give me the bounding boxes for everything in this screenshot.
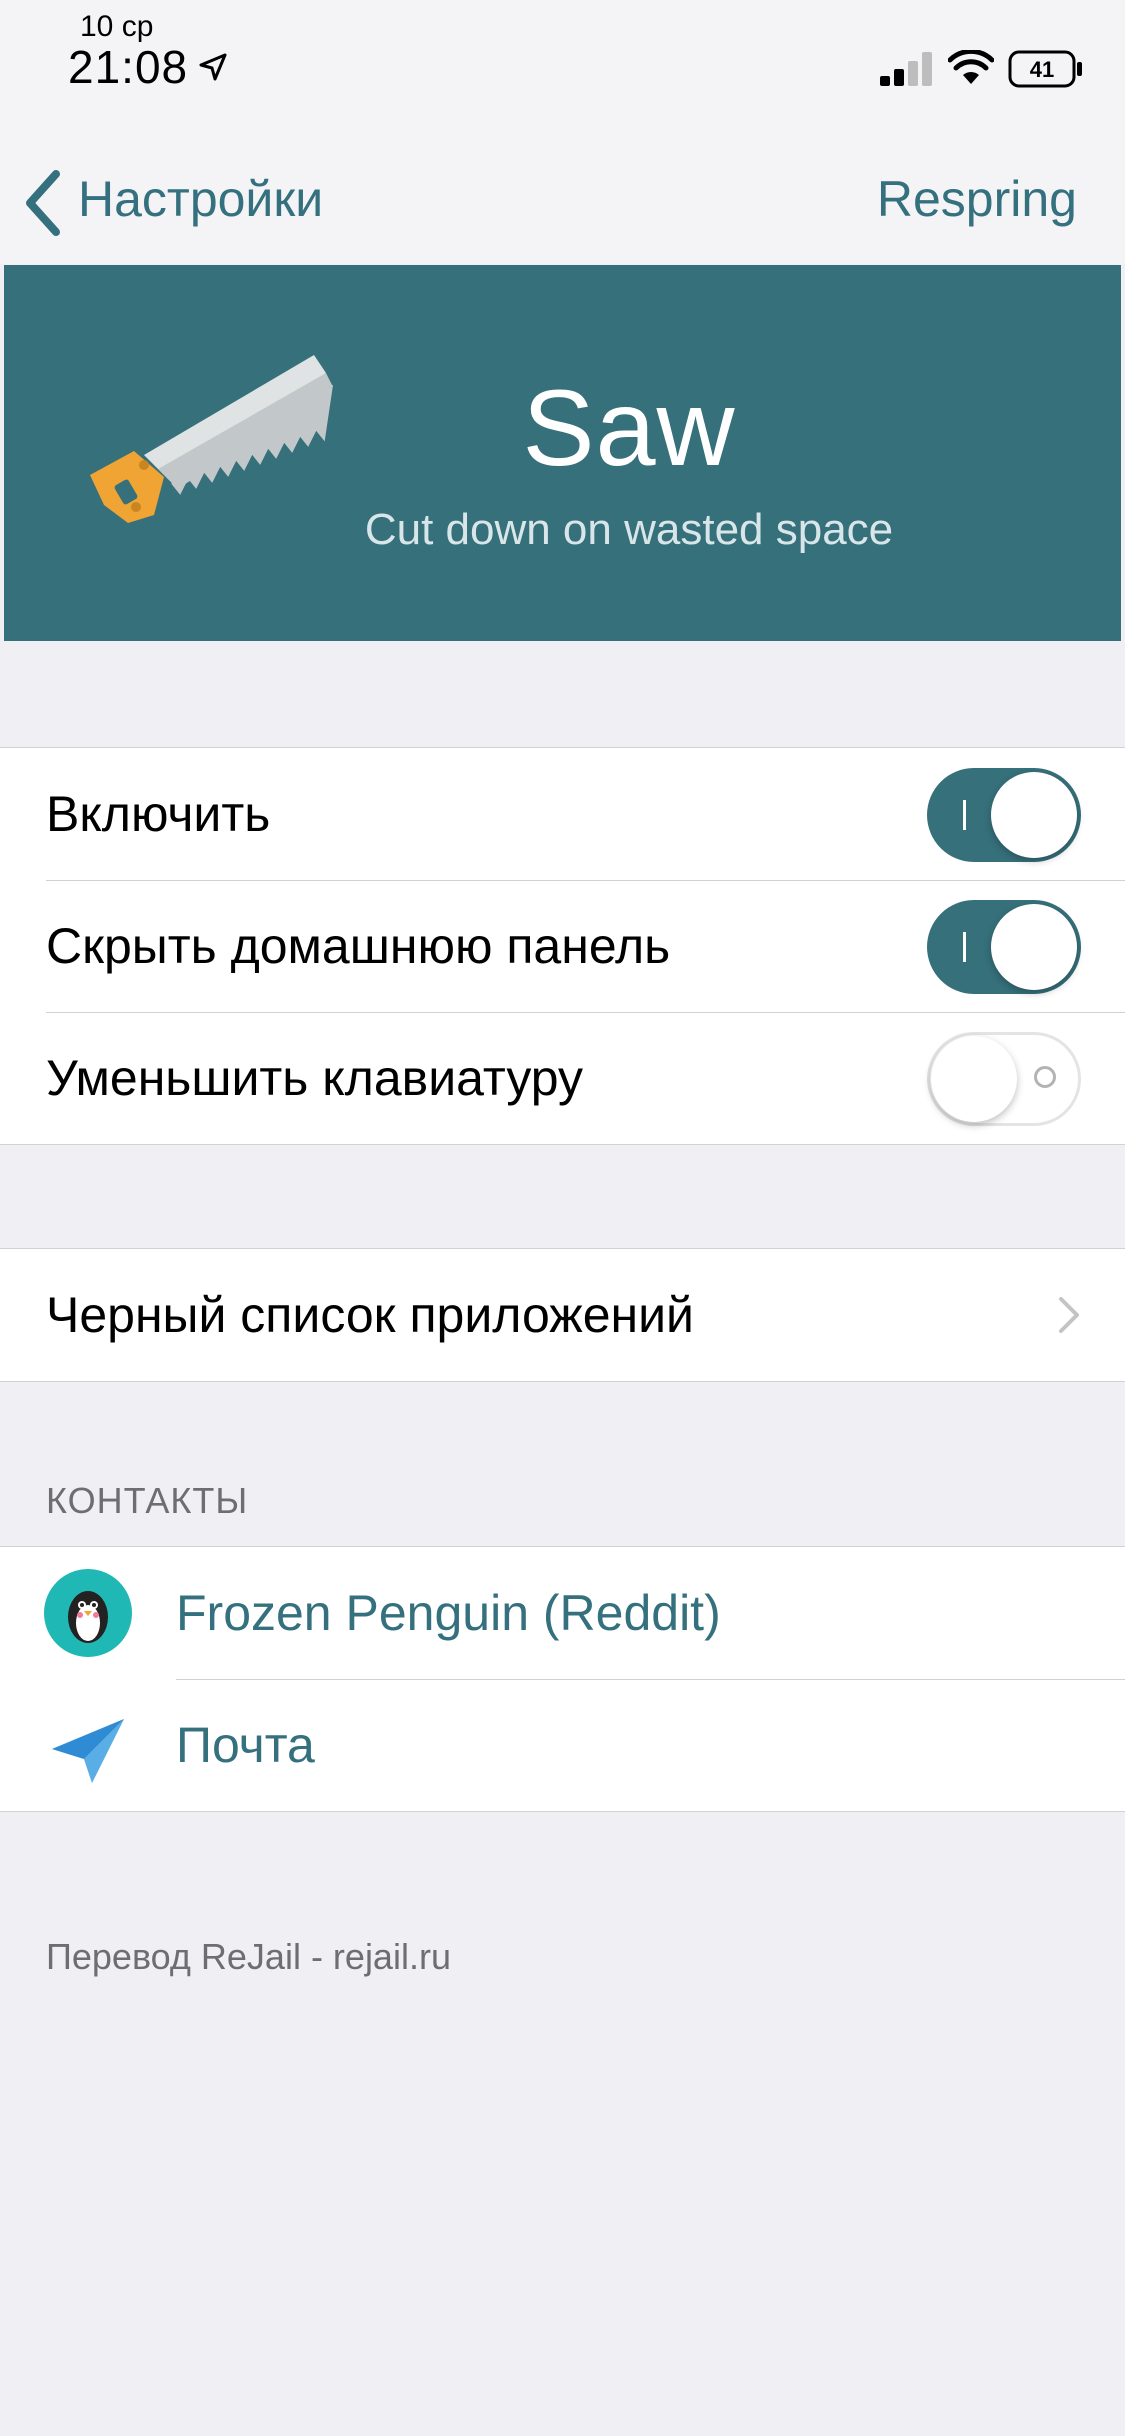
battery-level: 41 [1030,57,1054,82]
toggle-row-hide-home-bar: Скрыть домашнюю панель [0,880,1125,1012]
contacts-section-header: КОНТАКТЫ [46,1480,249,1521]
contact-row-mail[interactable]: Почта [0,1679,1125,1811]
cellular-signal-icon [880,52,932,86]
wifi-icon [948,50,994,84]
hide-home-bar-switch[interactable] [927,900,1081,994]
status-date: 10 ср [80,10,154,43]
switch-knob [931,1036,1017,1122]
blacklist-row[interactable]: Черный список приложений [0,1249,1125,1381]
switch-knob [991,772,1077,858]
status-bar: 10 ср 21:08 41 [0,0,1125,140]
respring-button[interactable]: Respring [877,170,1077,228]
banner-subtitle: Cut down on wasted space [364,505,894,554]
paper-plane-icon [52,1719,124,1783]
contact-label-mail: Почта [176,1717,315,1773]
toggle-label-enable: Включить [46,786,271,842]
chevron-right-icon [1059,1297,1079,1333]
header-banner: Saw Cut down on wasted space [4,265,1121,641]
chevron-left-icon[interactable] [20,168,66,238]
banner-title: Saw [522,367,736,488]
switch-knob [991,904,1077,990]
switch-on-indicator [963,932,966,962]
battery-icon: 41 [1008,50,1082,88]
status-time: 21:08 [68,41,189,93]
settings-toggle-group: Включить Скрыть домашнюю панель Уменьшит… [0,747,1125,1145]
toggle-row-enable: Включить [0,748,1125,880]
toggle-label-shrink-keyboard: Уменьшить клавиатуру [46,1050,584,1106]
enable-switch[interactable] [927,768,1081,862]
saw-icon [90,355,333,523]
blacklist-group: Черный список приложений [0,1248,1125,1382]
footer-text: Перевод ReJail - rejail.ru [46,1936,451,1977]
shrink-keyboard-switch[interactable] [927,1032,1081,1126]
blacklist-label: Черный список приложений [46,1287,694,1343]
navigation-bar: Настройки Respring [0,140,1125,264]
back-button[interactable]: Настройки [78,170,323,228]
contact-label-reddit: Frozen Penguin (Reddit) [176,1585,721,1641]
switch-on-indicator [963,800,966,830]
toggle-label-hide-home-bar: Скрыть домашнюю панель [46,918,671,974]
penguin-icon [44,1569,132,1657]
toggle-row-shrink-keyboard: Уменьшить клавиатуру [0,1012,1125,1144]
location-arrow-icon [199,53,227,81]
contacts-group: Frozen Penguin (Reddit) Почта [0,1546,1125,1812]
switch-off-indicator [1034,1066,1056,1088]
contact-row-reddit[interactable]: Frozen Penguin (Reddit) [0,1547,1125,1679]
